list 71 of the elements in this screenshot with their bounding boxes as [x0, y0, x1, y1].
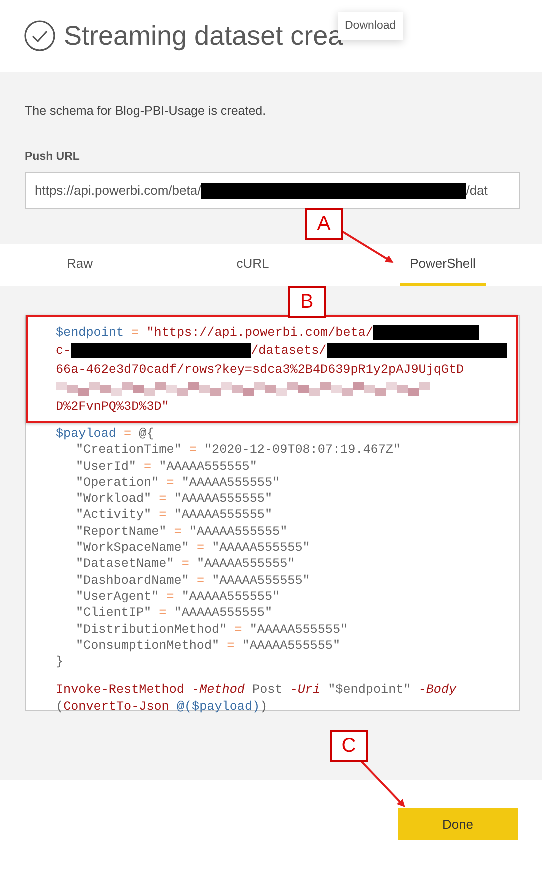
code-token: = [182, 557, 190, 572]
code-token: "AAAAA555555" [182, 476, 280, 490]
code-token: $payload [56, 427, 116, 441]
code-token: "Operation" [76, 476, 160, 490]
code-token: -Method [192, 683, 245, 698]
description-text: The schema for Blog-PBI-Usage is created. [25, 104, 266, 118]
code-token: "UserId" [76, 460, 136, 474]
code-token: "Activity" [76, 508, 152, 522]
code-token: "ClientIP" [76, 606, 152, 620]
code-token: = [189, 443, 197, 458]
code-token: ( [56, 700, 64, 714]
code-token: = [196, 574, 204, 588]
code-token: "DashboardName" [76, 574, 190, 588]
code-token: D%2FvnPQ%3D%3D" [56, 400, 170, 414]
code-token: = [196, 541, 204, 556]
code-token: "$endpoint" [328, 683, 412, 698]
code-token: -Uri [290, 683, 321, 698]
field-label: Push URL [25, 151, 80, 163]
code-token: = [174, 524, 182, 539]
code-token: "AAAAA555555" [174, 492, 273, 506]
code-token: "AAAAA555555" [182, 590, 280, 604]
code-token: = [144, 460, 152, 474]
code-token: "AAAAA555555" [250, 622, 348, 637]
code-token: "2020-12-09T08:07:19.467Z" [204, 443, 401, 458]
done-button[interactable]: Done [398, 808, 518, 840]
code-token: "AAAAA555555" [212, 574, 310, 588]
callout-arrow [361, 761, 406, 808]
code-token: "DistributionMethod" [76, 622, 228, 637]
code-token: = [227, 638, 235, 653]
code-token: "AAAAA555555" [212, 541, 310, 556]
code-token: } [56, 655, 64, 670]
code-token: = [159, 508, 167, 522]
tooltip: Download [338, 12, 404, 40]
callout-label: B [288, 286, 326, 318]
callout-label: C [330, 730, 368, 762]
code-token: "UserAgent" [76, 590, 160, 604]
code-token: = [132, 326, 140, 340]
code-token: "DatasetName" [76, 557, 174, 572]
code-token: ) [260, 700, 268, 714]
code-token: 66a-462e3d70cadf/rows?key=sdca3%2B4D639pR1y2pAJ9UjqGtD [56, 362, 464, 376]
code-token: -Body [418, 683, 457, 698]
code-token: "AAAAA555555" [174, 606, 273, 620]
code-token: ConvertTo-Json [64, 700, 170, 714]
code-token: "https://api.powerbi.com/beta/ [146, 326, 374, 340]
code-token: "AAAAA555555" [174, 508, 273, 522]
code-token: $endpoint [56, 326, 124, 340]
code-token: "CreationTime" [76, 443, 182, 458]
code-token: Invoke-RestMethod [56, 683, 184, 698]
code-token: "ReportName" [76, 524, 167, 539]
code-token: "ConsumptionMethod" [76, 638, 220, 653]
code-token: "AAAAA555555" [196, 557, 296, 572]
callout-arrow [342, 231, 394, 264]
code-token: = [159, 606, 167, 620]
callout-label: A [305, 208, 343, 240]
code-token: "AAAAA555555" [159, 460, 258, 474]
code-token: "Workload" [76, 492, 152, 506]
code-token: = [124, 427, 132, 441]
code-token: /datasets/ [251, 344, 327, 358]
code-token: @{ [139, 427, 154, 441]
code-token: c- [56, 344, 72, 358]
code-token: = [159, 492, 167, 506]
code-token: "WorkSpaceName" [76, 541, 190, 556]
code-token: = [166, 590, 174, 604]
code-token: "AAAAA555555" [242, 638, 341, 653]
code-token: Post [252, 683, 283, 698]
code-token: = [166, 476, 174, 490]
url-field[interactable]: https://api.powerbi.com/beta/ /dat [25, 172, 520, 209]
code-token: = [234, 622, 242, 637]
code-token: @($payload) [176, 700, 260, 714]
code-token: "AAAAA555555" [189, 524, 288, 539]
check-circle-icon [24, 20, 56, 52]
